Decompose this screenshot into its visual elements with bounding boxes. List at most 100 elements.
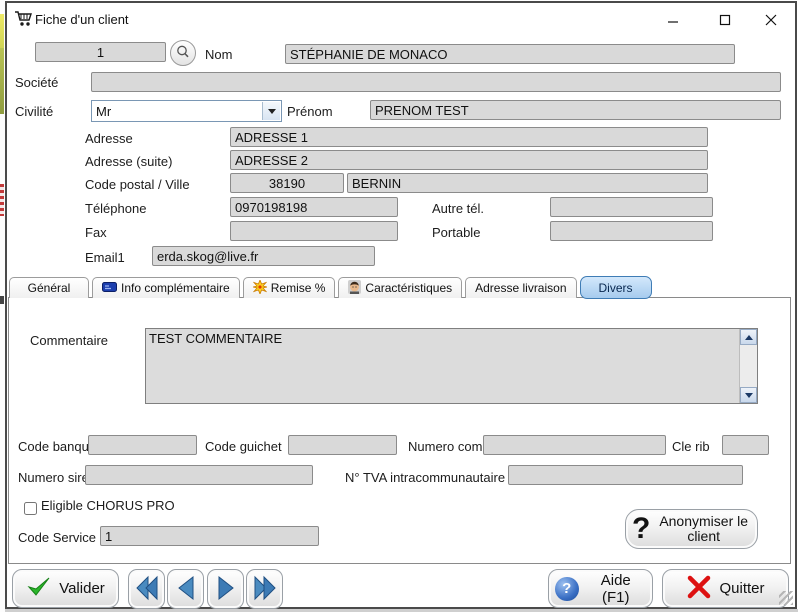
cart-icon <box>14 10 33 32</box>
double-chevron-left-icon <box>134 575 160 604</box>
adresse-field[interactable] <box>230 127 708 147</box>
triangle-up-icon <box>745 335 753 340</box>
autre-tel-field[interactable] <box>550 197 713 217</box>
tva-field[interactable] <box>508 465 743 485</box>
chorus-label: Eligible CHORUS PRO <box>41 498 175 513</box>
fax-field[interactable] <box>230 221 398 241</box>
screen: Fiche d'un client Nom Société <box>0 0 798 612</box>
desktop-edge-fragment <box>0 296 4 304</box>
first-record-button[interactable] <box>128 569 165 609</box>
tva-label: N° TVA intracommunautaire <box>345 470 505 485</box>
anonymiser-client-button[interactable]: ? Anonymiser le client <box>625 509 758 549</box>
tab-label: Divers <box>599 281 633 295</box>
adresse-suite-label: Adresse (suite) <box>85 154 172 169</box>
ville-field[interactable] <box>347 173 708 193</box>
commentaire-label: Commentaire <box>30 333 108 348</box>
minimize-button[interactable] <box>657 9 689 31</box>
quitter-label: Quitter <box>719 580 764 597</box>
societe-label: Société <box>15 75 58 90</box>
numero-compte-field[interactable] <box>483 435 666 455</box>
adresse-label: Adresse <box>85 131 133 146</box>
tab-label: Adresse livraison <box>475 281 566 295</box>
scroll-up-button[interactable] <box>740 329 757 345</box>
tab-strip: Général Info complémentaire <box>9 276 652 298</box>
tab-remise[interactable]: Remise % <box>243 277 336 298</box>
fax-label: Fax <box>85 225 107 240</box>
valider-label: Valider <box>59 580 105 597</box>
last-record-button[interactable] <box>246 569 283 609</box>
desktop-edge-fragment <box>0 184 4 216</box>
next-record-button[interactable] <box>207 569 244 609</box>
chevron-right-icon <box>214 575 238 604</box>
maximize-button[interactable] <box>709 9 741 31</box>
tab-divers[interactable]: Divers <box>580 276 652 299</box>
numero-siret-label: Numero siret <box>18 470 92 485</box>
scrollbar[interactable] <box>739 329 757 403</box>
client-code-field[interactable] <box>35 42 166 62</box>
tab-label: Général <box>28 281 71 295</box>
question-mark-icon: ? <box>632 514 650 544</box>
code-postal-ville-label: Code postal / Ville <box>85 177 190 192</box>
autre-tel-label: Autre tél. <box>432 201 484 216</box>
quitter-button[interactable]: Quitter <box>662 569 789 608</box>
valider-button[interactable]: Valider <box>12 569 119 608</box>
email1-field[interactable] <box>152 246 375 266</box>
nom-label: Nom <box>205 47 232 62</box>
societe-field[interactable] <box>91 72 781 92</box>
tab-info-complementaire[interactable]: Info complémentaire <box>92 277 240 298</box>
numero-siret-field[interactable] <box>85 465 313 485</box>
nom-field[interactable] <box>285 44 735 64</box>
code-service-field[interactable] <box>100 526 319 546</box>
chevron-down-icon[interactable] <box>262 102 280 120</box>
civilite-select[interactable]: Mr <box>91 100 282 122</box>
tab-label: Info complémentaire <box>121 281 230 295</box>
cle-rib-label: Cle rib <box>672 439 710 454</box>
tab-caracteristiques[interactable]: Caractéristiques <box>338 277 462 298</box>
star-icon <box>253 280 267 297</box>
search-client-button[interactable] <box>170 40 196 66</box>
commentaire-textarea[interactable]: TEST COMMENTAIRE <box>146 329 739 403</box>
magnifier-icon <box>175 44 191 63</box>
code-postal-field[interactable] <box>230 173 344 193</box>
code-banque-field[interactable] <box>88 435 197 455</box>
aide-button[interactable]: ? Aide (F1) <box>548 569 653 608</box>
double-chevron-right-icon <box>252 575 278 604</box>
triangle-down-icon <box>745 393 753 398</box>
desktop-edge-fragment <box>0 48 4 114</box>
code-service-label: Code Service <box>18 530 96 545</box>
tab-label: Remise % <box>271 281 326 295</box>
adresse-suite-field[interactable] <box>230 150 708 170</box>
cle-rib-field[interactable] <box>722 435 769 455</box>
tab-adresse-livraison[interactable]: Adresse livraison <box>465 277 576 298</box>
tag-icon <box>102 281 117 295</box>
tab-general[interactable]: Général <box>9 277 89 298</box>
email1-label: Email1 <box>85 250 125 265</box>
client-form-window: Fiche d'un client Nom Société <box>5 1 797 609</box>
desktop-edge-fragment <box>0 14 4 48</box>
titlebar[interactable]: Fiche d'un client <box>7 3 795 35</box>
civilite-label: Civilité <box>15 104 53 119</box>
cross-icon <box>686 575 712 603</box>
code-guichet-label: Code guichet <box>205 439 282 454</box>
previous-record-button[interactable] <box>167 569 204 609</box>
chevron-left-icon <box>174 575 198 604</box>
aide-label: Aide (F1) <box>586 572 646 606</box>
code-guichet-field[interactable] <box>288 435 397 455</box>
face-icon <box>348 280 361 297</box>
chorus-checkbox[interactable] <box>24 502 37 515</box>
help-glyph: ? <box>562 580 571 597</box>
portable-label: Portable <box>432 225 480 240</box>
close-button[interactable] <box>755 9 787 31</box>
portable-field[interactable] <box>550 221 713 241</box>
check-icon <box>26 575 52 603</box>
resize-grip[interactable] <box>779 591 793 605</box>
prenom-label: Prénom <box>287 104 333 119</box>
civilite-selected-value: Mr <box>92 104 262 119</box>
help-icon: ? <box>555 577 579 601</box>
scroll-down-button[interactable] <box>740 387 757 403</box>
telephone-field[interactable] <box>230 197 398 217</box>
code-banque-label: Code banque <box>18 439 96 454</box>
tab-label: Caractéristiques <box>365 281 452 295</box>
telephone-label: Téléphone <box>85 201 146 216</box>
prenom-field[interactable] <box>370 100 781 120</box>
